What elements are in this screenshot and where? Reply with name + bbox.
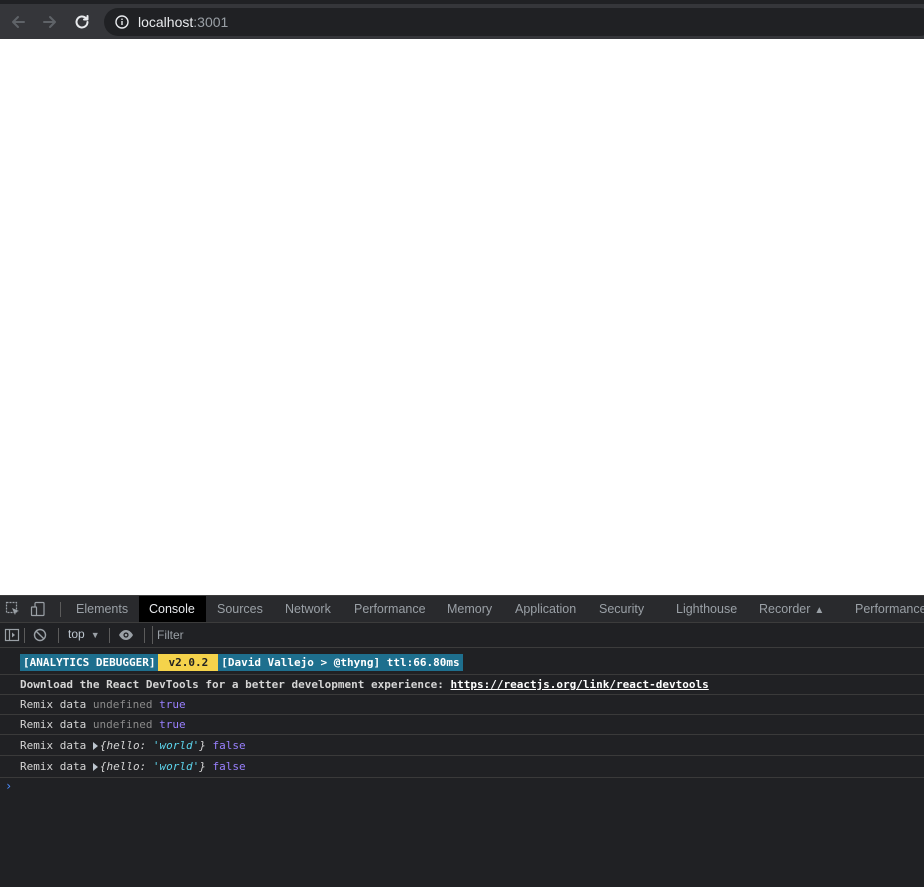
filter-input[interactable] [152,626,924,644]
tab-lighthouse[interactable]: Lighthouse [666,596,747,622]
inspect-element-icon[interactable] [5,601,21,617]
react-devtools-link[interactable]: https://reactjs.org/link/react-devtools [450,678,708,691]
caret-down-icon: ▼ [90,630,100,640]
reload-icon [75,15,89,29]
expand-triangle-icon[interactable] [92,742,98,750]
page-viewport [0,39,924,595]
toolbar-separator [58,628,59,643]
info-icon[interactable] [115,15,129,29]
console-message: Download the React DevTools for a better… [0,675,924,695]
tab-network[interactable]: Network [275,596,341,622]
console-message: Remix data {hello: 'world'} false [0,756,924,778]
object-key: hello [106,760,140,773]
arrow-left-icon [12,16,25,28]
console-message: Remix data undefined true [0,695,924,715]
tab-console[interactable]: Console [139,596,206,622]
expand-triangle-icon[interactable] [92,763,98,771]
log-flag: false [212,760,246,773]
back-button[interactable] [6,10,30,34]
console-prompt-icon[interactable]: › [5,779,12,793]
tab-memory[interactable]: Memory [437,596,502,622]
tab-recorder[interactable]: Recorder ▲ [749,596,834,622]
reload-button[interactable] [70,10,94,34]
devtools-tabbar: Elements Console Sources Network Perform… [0,596,924,623]
flask-icon: ▲ [814,605,825,616]
log-object[interactable]: {hello: 'world'} [100,760,206,773]
tab-performance-insights[interactable]: Performance [845,596,924,622]
log-flag: true [159,698,186,711]
object-value: 'world' [152,739,200,752]
device-toolbar-icon[interactable] [30,601,46,617]
log-label: Remix data [20,760,87,773]
tab-elements[interactable]: Elements [66,596,138,622]
tab-recorder-label: Recorder [759,602,811,616]
clear-console-icon[interactable] [32,627,48,643]
toolbar-separator [24,628,25,643]
log-label: Remix data [20,718,87,731]
tab-separator [60,602,61,617]
log-label: Remix data [20,739,87,752]
arrow-right-icon [43,16,56,28]
browser-toolbar: localhost:3001 [0,0,924,39]
author-badge: [David Vallejo > @thyng] ttl:66.80ms [218,654,463,671]
console-message: Remix data undefined true [0,715,924,735]
toolbar-separator [109,628,110,643]
tab-performance[interactable]: Performance [344,596,436,622]
context-label: top [68,627,85,641]
object-colon: : [139,760,153,773]
url-host: localhost [138,14,194,30]
tab-sources[interactable]: Sources [207,596,273,622]
log-flag: true [159,718,186,731]
object-colon: : [139,739,153,752]
log-label: Remix data [20,698,87,711]
tab-application[interactable]: Application [505,596,586,622]
url-port: :3001 [193,14,229,30]
react-devtools-text: Download the React DevTools for a better… [20,678,451,691]
console-message: Remix data {hello: 'world'} false [0,735,924,756]
log-object[interactable]: {hello: 'world'} [100,739,206,752]
console-message: [ANALYTICS DEBUGGER] v2.0.2 [David Vallejo… [0,649,924,675]
log-value: undefined [92,698,153,711]
version-badge: v2.0.2 [158,654,219,671]
sidebar-toggle-icon[interactable] [4,627,20,643]
object-close: } [199,760,206,773]
url-text: localhost:3001 [138,14,228,30]
forward-button[interactable] [38,10,62,34]
console-messages: [ANALYTICS DEBUGGER] v2.0.2 [David Vallejo… [0,649,924,778]
log-flag: false [212,739,246,752]
analytics-debugger-badge: [ANALYTICS DEBUGGER] [20,654,159,671]
console-toolbar: top ▼ [0,623,924,648]
tab-security[interactable]: Security [589,596,654,622]
eye-icon[interactable] [118,627,134,643]
object-key: hello [106,739,140,752]
object-close: } [199,739,206,752]
object-value: 'world' [152,760,200,773]
log-value: undefined [92,718,153,731]
devtools-panel: Elements Console Sources Network Perform… [0,595,924,887]
toolbar-separator [144,628,145,643]
context-selector[interactable]: top ▼ [68,627,100,641]
address-bar[interactable]: localhost:3001 [104,8,924,36]
